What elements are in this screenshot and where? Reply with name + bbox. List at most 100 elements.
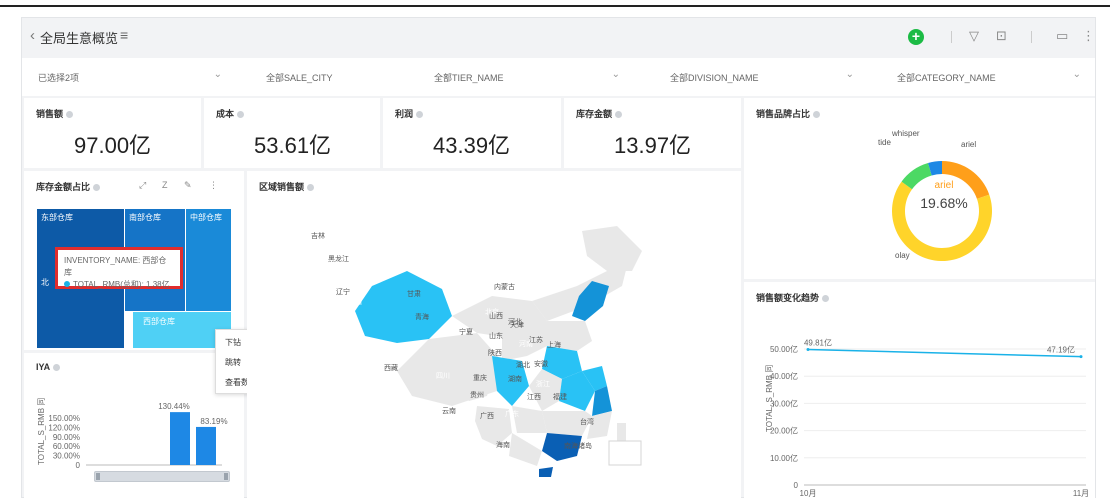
divider [1031, 31, 1032, 43]
divider [951, 31, 952, 43]
more-vertical-icon[interactable]: ⋮ [209, 180, 218, 191]
menu-item-jump[interactable]: 跳转 [225, 357, 241, 368]
kpi-label: 成本 [216, 107, 245, 120]
kpi-label: 库存金额 [576, 107, 623, 120]
map-region-label: 云南 [442, 408, 456, 415]
map-region-label: 吉林 [311, 233, 325, 240]
y-tick-label: 60.00% [53, 442, 80, 451]
series-line [807, 348, 1082, 358]
kpi-label: 利润 [395, 107, 424, 120]
chevron-down-icon: ⌄ [213, 69, 222, 80]
map-region-label: 安徽 [534, 361, 548, 368]
kpi-value: 97.00亿 [74, 133, 152, 158]
page-title: 全局生意概览 [40, 31, 119, 46]
filter-label: 已选择2项 [38, 73, 80, 83]
map-region-label: 西藏 [384, 365, 398, 372]
donut-center-value: 19.68% [920, 195, 968, 211]
treemap-cell-central[interactable]: 中部仓库 [186, 209, 231, 311]
kpi-card-cost[interactable]: 成本 53.61亿 [204, 98, 380, 168]
map-region-label: 青海 [415, 314, 429, 321]
map-region-label: 宁夏 [459, 329, 473, 336]
kpi-card-profit[interactable]: 利润 43.39亿 [383, 98, 561, 168]
map-region-label: 贵州 [470, 392, 484, 399]
edit-icon[interactable]: ✎ [184, 180, 192, 191]
map-region-label: 重庆 [473, 375, 487, 382]
filter-selected[interactable]: 已选择2项 ⌄ [34, 67, 224, 87]
map-region-label: 河北 [508, 319, 522, 326]
y-tick-label: 20.00亿 [770, 426, 798, 436]
data-point [806, 348, 810, 352]
comment-icon[interactable]: ▭ [1056, 28, 1068, 44]
y-axis-title: TOTAL_S_RMB 同 [37, 398, 46, 465]
filter-division-name[interactable]: 全部DIVISION_NAME ⌄ [666, 67, 856, 87]
kpi-card-inventory[interactable]: 库存金额 13.97亿 [564, 98, 741, 168]
y-tick-label: 50.00亿 [770, 344, 798, 354]
map-region-label: 内蒙古 [494, 284, 515, 291]
treemap-tooltip: INVENTORY_NAME: 西部仓库 TOTAL_RMB(总和): 1.38… [55, 247, 183, 289]
dashboard-header: ‹ 全局生意概览 ≡ + ▽ ⊡ ▭ ⋮ [22, 18, 1095, 56]
kpi-value: 13.97亿 [614, 133, 692, 158]
info-icon [237, 111, 245, 119]
map-region-label: 福建 [553, 394, 567, 401]
filter-tier-name[interactable]: 全部TIER_NAME ⌄ [430, 67, 622, 87]
kpi-card-sales[interactable]: 销售额 97.00亿 [24, 98, 201, 168]
y-tick-label: 30.00% [53, 452, 80, 461]
map-region-label: 江西 [527, 394, 541, 401]
filter-icon[interactable]: ▽ [969, 28, 979, 44]
map-region-label: 江苏 [529, 337, 543, 344]
slice-label-ariel: ariel [961, 140, 977, 149]
bar [170, 412, 190, 465]
slice-label-olay: olay [895, 251, 910, 260]
menu-icon[interactable]: ≡ [120, 27, 128, 43]
sales-trend-line-chart: 50.00亿 40.00亿 30.00亿 20.00亿 10.00亿 0 TOTAL_S_R… [765, 338, 1089, 498]
y-tick-label: 120.00% [48, 423, 80, 432]
y-axis-title: TOTAL_S_RMB 同 [765, 365, 774, 432]
kpi-label: 销售额 [36, 107, 74, 120]
kpi-value: 53.61亿 [254, 133, 332, 158]
x-tick-label: 11月 [1073, 489, 1089, 498]
scroll-handle-left[interactable] [96, 473, 100, 480]
map-region-label: 湖北 [516, 362, 530, 369]
info-icon [416, 111, 424, 119]
filter-label: 全部DIVISION_NAME [670, 73, 759, 83]
filter-label: 全部TIER_NAME [434, 73, 504, 83]
map-region-label: 南海诸岛 [564, 443, 592, 450]
bar-data-label: 83.19% [200, 417, 227, 426]
y-tick-label: 30.00亿 [770, 398, 798, 408]
map-region-label: 辽宁 [336, 289, 350, 296]
add-button[interactable]: + [908, 29, 924, 45]
filter-category-name[interactable]: 全部CATEGORY_NAME ⌄ [893, 67, 1083, 87]
tooltip-line: TOTAL_RMB(总和): 1.38亿 [64, 279, 174, 291]
card-title: 库存金额占比 [36, 180, 101, 193]
donut-center-name: ariel [934, 180, 954, 191]
scroll-handle-right[interactable] [224, 473, 228, 480]
map-region-label: 上海 [547, 342, 561, 349]
y-tick-label: 0 [794, 481, 799, 490]
chart-zoom-scrollbar[interactable] [94, 471, 230, 482]
map-region-label: 广西 [480, 413, 494, 420]
kpi-value: 43.39亿 [433, 133, 511, 158]
expand-icon[interactable]: ⤢ [139, 180, 146, 191]
y-tick-label: 150.00% [48, 414, 80, 423]
filter-sale-city[interactable]: 全部SALE_CITY ⌄ [262, 67, 452, 87]
x-tick-label: 10月 [800, 489, 817, 498]
back-chevron-icon[interactable]: ‹ [30, 27, 35, 44]
bar-data-label: 130.44% [158, 402, 190, 411]
data-label: 47.19亿 [1047, 345, 1075, 355]
info-icon [93, 184, 101, 192]
sort-icon[interactable]: Z [162, 180, 168, 190]
filter-bar: 已选择2项 ⌄ 全部SALE_CITY ⌄ 全部TIER_NAME ⌄ 全部DI… [22, 58, 1095, 96]
map-region-label: 甘肃 [407, 291, 421, 298]
presentation-icon[interactable]: ⊡ [996, 28, 1007, 44]
more-vertical-icon[interactable]: ⋮ [1082, 28, 1095, 44]
data-point [1079, 355, 1083, 359]
dashboard-frame: ‹ 全局生意概览 ≡ + ▽ ⊡ ▭ ⋮ 已选择2项 ⌄ 全部SALE_CITY… [21, 17, 1096, 498]
map-region-label: 海南 [496, 442, 510, 449]
info-icon [615, 111, 623, 119]
map-region-label: 四川 [436, 373, 450, 380]
menu-item-drilldown[interactable]: 下钻 [225, 337, 241, 348]
top-border-line [0, 5, 1110, 7]
slice-label-tide: tide [878, 138, 891, 147]
data-label: 49.81亿 [804, 338, 832, 348]
tooltip-line: INVENTORY_NAME: 西部仓库 [64, 256, 167, 277]
